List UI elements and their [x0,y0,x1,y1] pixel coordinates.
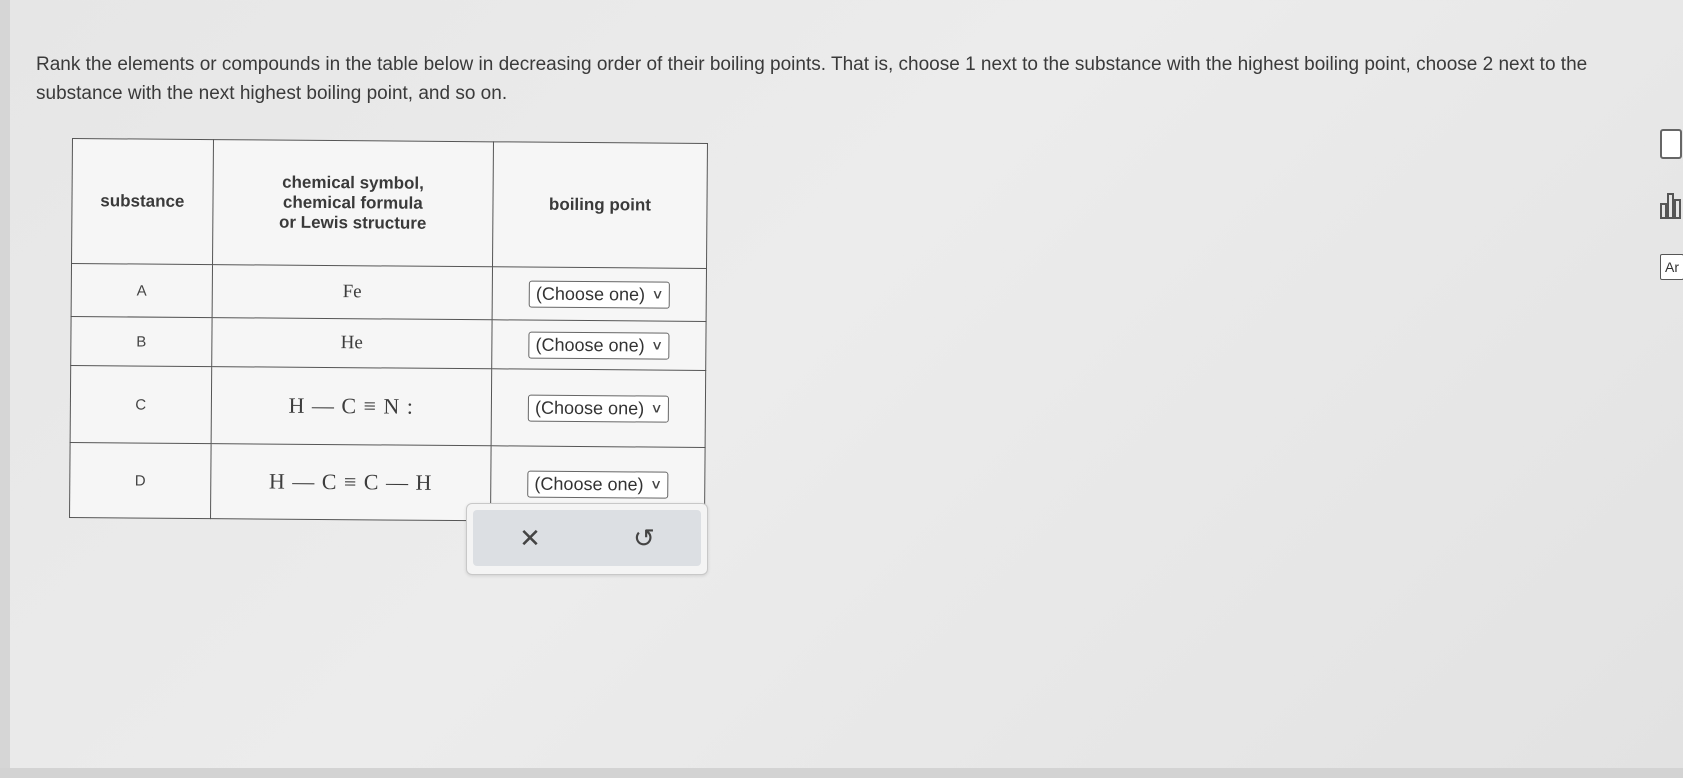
periodic-table-tool[interactable]: Ar [1660,252,1683,282]
reset-button[interactable]: ↺ [622,518,666,558]
calculator-icon [1660,129,1682,159]
answer-action-panel: ✕ ↺ [466,503,708,575]
rank-select-a[interactable]: (Choose one) ∨ [528,280,670,309]
close-icon: ✕ [519,522,541,553]
clear-button[interactable]: ✕ [508,518,552,558]
chevron-down-icon: ∨ [650,476,663,492]
action-button-bar: ✕ ↺ [473,510,701,566]
table-row: B He (Choose one) ∨ [70,316,707,371]
undo-icon: ↺ [633,522,655,553]
question-instructions: Rank the elements or compounds in the ta… [36,54,1588,104]
page-frame: Rank the elements or compounds in the ta… [0,0,1683,778]
rank-select-value: (Choose one) [534,397,645,419]
periodic-table-icon: Ar [1660,254,1683,280]
lewis-structure-cell: H — C ≡ C — H [210,443,492,521]
chevron-down-icon: ∨ [650,400,664,416]
data-chart-tool[interactable] [1660,188,1683,222]
rank-select-d[interactable]: (Choose one) ∨ [527,470,669,499]
formula-cell: Fe [211,264,493,320]
header-boiling-point: boiling point [492,141,708,269]
table-row: A Fe (Choose one) ∨ [71,263,707,322]
header-formula-line-3: or Lewis structure [278,212,427,233]
substance-label: D [69,442,211,519]
rank-select-value: (Choose one) [534,473,644,494]
chevron-down-icon: ∨ [651,286,665,302]
table-header-row: substance chemical symbol, chemical form… [71,138,708,269]
header-formula-line-1: chemical symbol, [282,172,424,193]
lewis-structure-cell: H — C ≡ N : [210,366,492,446]
left-edge [0,0,10,778]
substance-label: C [70,365,212,444]
header-substance: substance [71,138,214,265]
rank-select-b[interactable]: (Choose one) ∨ [528,331,670,360]
substance-label: A [71,263,213,318]
formula-cell: He [211,317,493,369]
rank-cell: (Choose one) ∨ [491,368,706,448]
rank-select-c[interactable]: (Choose one) ∨ [527,394,669,423]
rank-select-value: (Choose one) [535,334,645,356]
data-chart-icon [1660,193,1681,219]
chevron-down-icon: ∨ [651,337,664,353]
rank-cell: (Choose one) ∨ [491,319,707,371]
rank-select-value: (Choose one) [535,283,646,305]
ranking-table: substance chemical symbol, chemical form… [69,138,708,523]
rank-cell: (Choose one) ∨ [492,266,707,322]
calculator-tool[interactable] [1660,128,1683,160]
bottom-edge [0,768,1683,778]
header-formula-line-2: chemical formula [282,192,423,213]
header-formula: chemical symbol, chemical formula or Lew… [212,139,494,267]
table-row: C H — C ≡ N : (Choose one) ∨ [70,365,706,448]
substance-label: B [70,316,212,367]
